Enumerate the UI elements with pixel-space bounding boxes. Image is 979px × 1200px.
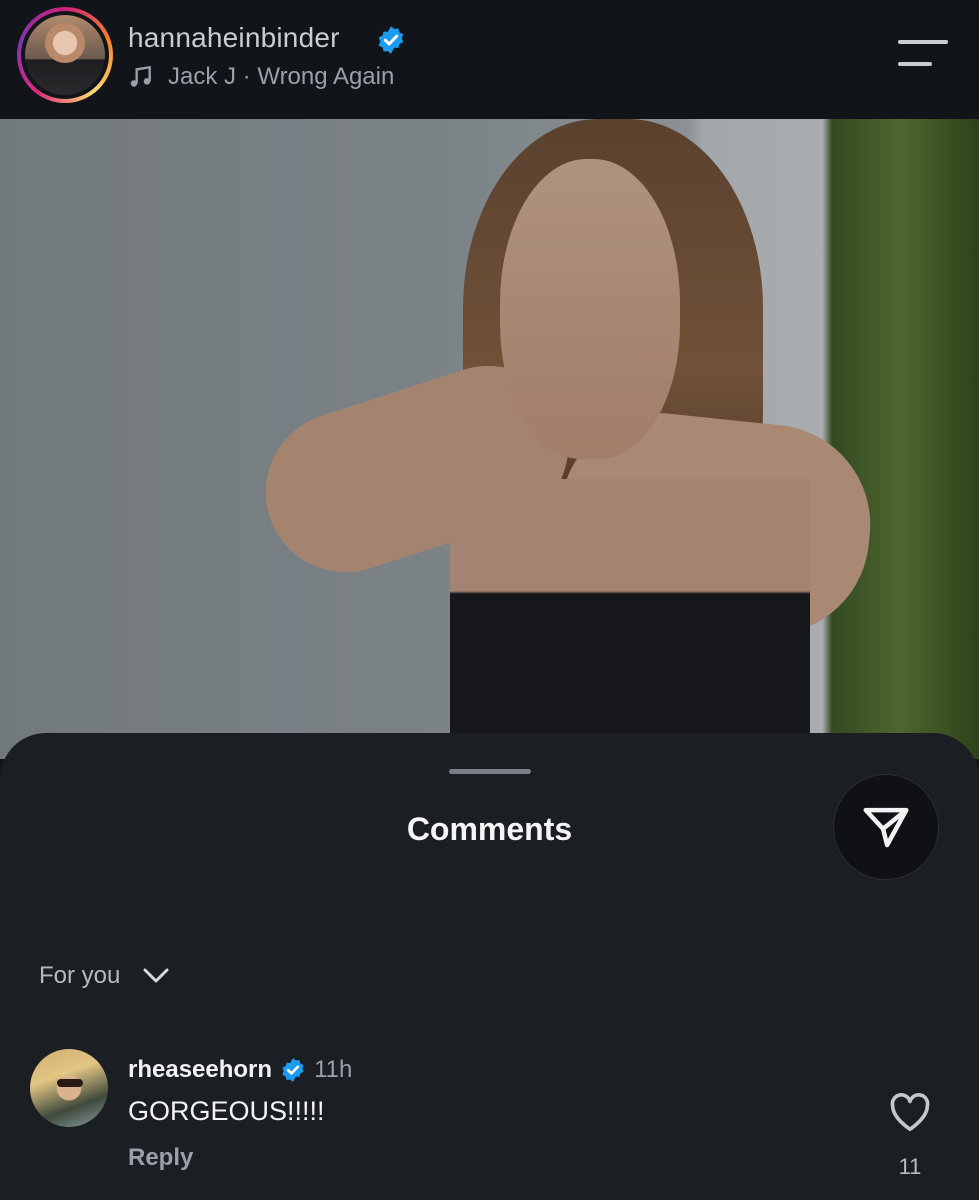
comments-sheet: Comments For you rheaseehorn 11h GORGEOU… bbox=[0, 733, 979, 1200]
username[interactable]: hannaheinbinder bbox=[128, 22, 340, 54]
avatar-sunglasses bbox=[57, 1079, 83, 1087]
filter-label: For you bbox=[39, 962, 121, 989]
comment-header: rheaseehorn 11h bbox=[128, 1056, 352, 1084]
verified-badge-icon bbox=[282, 1058, 304, 1082]
comment-text: GORGEOUS!!!!! bbox=[128, 1096, 325, 1126]
send-icon bbox=[863, 807, 909, 848]
share-button[interactable] bbox=[834, 775, 938, 879]
verified-badge-icon bbox=[378, 26, 404, 54]
heart-icon[interactable] bbox=[888, 1092, 932, 1132]
sheet-drag-handle[interactable] bbox=[449, 769, 531, 774]
avatar[interactable] bbox=[30, 1049, 108, 1127]
post-photo[interactable] bbox=[0, 119, 979, 759]
avatar-image bbox=[25, 15, 105, 95]
profile-avatar[interactable] bbox=[17, 7, 113, 103]
comment-item: rheaseehorn 11h GORGEOUS!!!!! Reply 11 bbox=[0, 1046, 979, 1196]
reply-button[interactable]: Reply bbox=[128, 1144, 193, 1172]
like-count: 11 bbox=[898, 1154, 922, 1179]
comment-username[interactable]: rheaseehorn bbox=[128, 1056, 272, 1084]
chevron-down-icon bbox=[143, 968, 169, 983]
photo-dim-overlay bbox=[0, 119, 979, 759]
menu-icon[interactable] bbox=[898, 38, 952, 70]
music-track-row[interactable]: Jack J · Wrong Again bbox=[128, 62, 394, 92]
comment-timestamp: 11h bbox=[314, 1056, 353, 1083]
comments-title: Comments bbox=[406, 811, 573, 847]
avatar-ring-gap bbox=[21, 11, 109, 99]
music-track-label: Jack J · Wrong Again bbox=[168, 63, 395, 90]
comment-filter-dropdown[interactable]: For you bbox=[39, 962, 170, 990]
music-note-icon bbox=[130, 65, 151, 87]
top-bar: hannaheinbinder Jack J · Wrong Again bbox=[0, 0, 979, 119]
